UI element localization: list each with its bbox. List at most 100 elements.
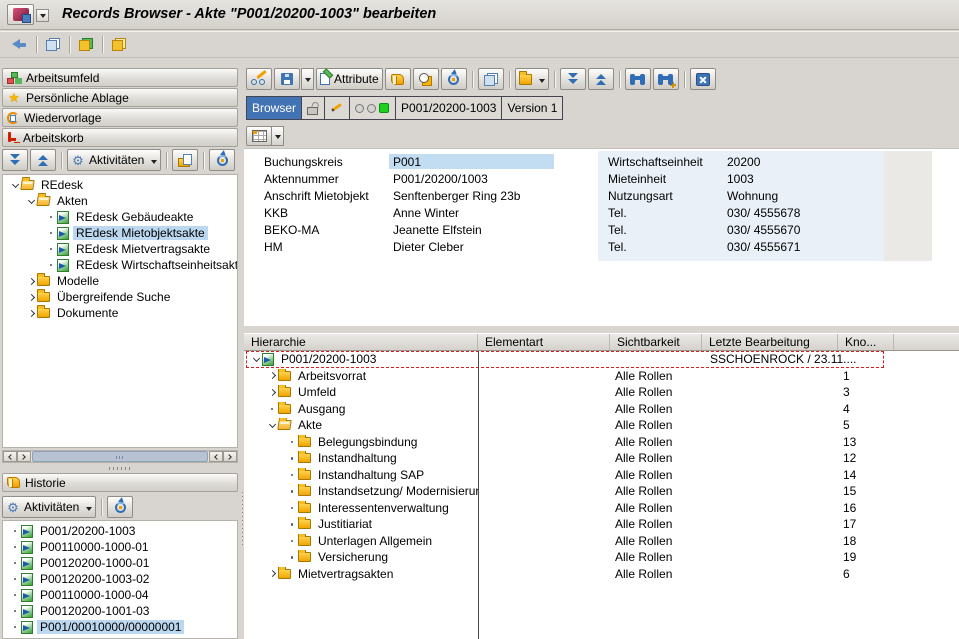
history-refresh-button[interactable] [107, 496, 133, 518]
copy-button[interactable] [478, 68, 504, 90]
nutzungsart-field[interactable]: Wohnung [723, 188, 782, 203]
panel-splitter[interactable] [2, 465, 238, 472]
hierarchy-row-root[interactable]: P001/20200-1003 SSCHOENROCK / 23.11.... [244, 351, 959, 368]
hierarchy-row[interactable]: Instandsetzung/ Modernisierung Alle Roll… [244, 483, 959, 500]
back-icon[interactable] [12, 39, 27, 50]
history-item[interactable]: P00120200-1001-03 [3, 603, 237, 619]
scroll-left-icon[interactable] [3, 451, 17, 462]
hierarchy-row[interactable]: Mietvertragsakten Alle Rollen 6 [244, 566, 959, 583]
browser-view-button[interactable]: Browser [247, 97, 301, 119]
find-next-button[interactable] [653, 68, 679, 90]
layout-grid-button[interactable] [246, 126, 272, 146]
section-historie[interactable]: Historie [2, 473, 238, 492]
tree-node-akten[interactable]: Akten [3, 193, 237, 209]
new-session-icon[interactable] [46, 38, 60, 51]
tree-node-uebergreifende-suche[interactable]: Übergreifende Suche [3, 289, 237, 305]
tree-node-mietobjektsakte[interactable]: REdesk Mietobjektsakte [3, 225, 237, 241]
activities-menu-button[interactable]: Aktivitäten [67, 149, 161, 171]
layout-dropdown-button[interactable] [271, 126, 284, 146]
tree-node-redesk[interactable]: REdesk [3, 177, 237, 193]
tel-field[interactable]: 030/ 4555670 [723, 222, 804, 237]
beko-ma-field[interactable]: Jeanette Elfstein [389, 222, 486, 237]
tree-horizontal-scrollbar[interactable] [2, 450, 238, 463]
expand-icon[interactable] [25, 275, 37, 287]
column-sichtbarkeit[interactable]: Sichtbarkeit [610, 334, 702, 350]
hierarchy-row[interactable]: Unterlagen Allgemein Alle Rollen 18 [244, 533, 959, 550]
collapse-icon[interactable] [266, 419, 278, 431]
kkb-field[interactable]: Anne Winter [389, 205, 463, 220]
expand-icon[interactable] [266, 370, 278, 382]
mieteinheit-field[interactable]: 1003 [723, 171, 758, 186]
hierarchy-row[interactable]: Justitiariat Alle Rollen 17 [244, 516, 959, 533]
protocol-button[interactable] [385, 68, 411, 90]
anschrift-field[interactable]: Senftenberger Ring 23b [389, 188, 524, 203]
tel-field[interactable]: 030/ 4555671 [723, 239, 804, 254]
column-hierarchie[interactable]: Hierarchie [244, 334, 478, 350]
tree-node-dokumente[interactable]: Dokumente [3, 305, 237, 321]
clipboard-icon[interactable] [112, 38, 126, 51]
section-arbeitsumfeld[interactable]: Arbeitsumfeld [2, 68, 238, 87]
save-dropdown-button[interactable] [301, 68, 314, 90]
tree-node-mietvertragsakte[interactable]: REdesk Mietvertragsakte [3, 241, 237, 257]
hm-field[interactable]: Dieter Cleber [389, 239, 468, 254]
history-item[interactable]: P00120200-1000-01 [3, 555, 237, 571]
collapse-icon[interactable] [25, 195, 37, 207]
hierarchy-row[interactable]: Umfeld Alle Rollen 3 [244, 384, 959, 401]
buchungskreis-field[interactable]: P001 [389, 154, 554, 169]
tel-field[interactable]: 030/ 4555678 [723, 205, 804, 220]
expand-all-nodes-button[interactable] [560, 68, 586, 90]
collapse-all-button[interactable] [30, 149, 56, 171]
history-item[interactable]: P001/20200-1003 [3, 523, 237, 539]
tree-node-modelle[interactable]: Modelle [3, 273, 237, 289]
collapse-all-nodes-button[interactable] [588, 68, 614, 90]
expand-all-button[interactable] [2, 149, 28, 171]
collapse-icon[interactable] [9, 179, 21, 191]
tree-node-wirtschaftseinheitsakte[interactable]: REdesk Wirtschaftseinheitsakte [3, 257, 237, 273]
scroll-left-icon[interactable] [209, 451, 223, 462]
column-knoten[interactable]: Kno... [838, 334, 894, 350]
hierarchy-row[interactable]: Belegungsbindung Alle Rollen 13 [244, 434, 959, 451]
aktennummer-field[interactable]: P001/20200/1003 [389, 171, 492, 186]
scroll-right-icon[interactable] [223, 451, 237, 462]
history-item[interactable]: P00120200-1003-02 [3, 571, 237, 587]
section-wiedervorlage[interactable]: Wiedervorlage [2, 108, 238, 127]
transaction-menu-button[interactable] [7, 4, 34, 25]
tree-node-gebaeudeakte[interactable]: REdesk Gebäudeakte [3, 209, 237, 225]
scroll-right-icon[interactable] [17, 451, 31, 462]
transaction-dropdown-button[interactable] [36, 9, 49, 22]
save-button[interactable] [274, 68, 300, 90]
hierarchy-row[interactable]: Arbeitsvorrat Alle Rollen 1 [244, 368, 959, 385]
schedule-button[interactable] [413, 68, 439, 90]
find-button[interactable] [625, 68, 651, 90]
hierarchy-row[interactable]: Instandhaltung Alle Rollen 12 [244, 450, 959, 467]
display-change-button[interactable] [246, 68, 272, 90]
collapse-icon[interactable] [250, 353, 262, 365]
history-item[interactable]: P00110000-1000-01 [3, 539, 237, 555]
history-item-selected[interactable]: P001/00010000/00000001 [3, 619, 237, 635]
lock-status-button[interactable] [301, 97, 324, 119]
expand-icon[interactable] [266, 386, 278, 398]
hierarchy-row[interactable]: Versicherung Alle Rollen 19 [244, 549, 959, 566]
column-letzte-bearbeitung[interactable]: Letzte Bearbeitung [702, 334, 838, 350]
close-button[interactable] [690, 68, 716, 90]
history-item[interactable]: P00110000-1000-04 [3, 587, 237, 603]
hierarchy-row[interactable]: Akte Alle Rollen 5 [244, 417, 959, 434]
edit-mode-button[interactable] [324, 97, 349, 119]
expand-icon[interactable] [25, 307, 37, 319]
refresh-button[interactable] [209, 149, 235, 171]
refresh-record-button[interactable] [441, 68, 467, 90]
create-shortcut-icon[interactable] [79, 38, 93, 51]
wirtschaftseinheit-field[interactable]: 20200 [723, 154, 764, 169]
scrollbar-thumb[interactable] [32, 451, 208, 462]
section-arbeitskorb[interactable]: Arbeitskorb [2, 128, 238, 147]
folder-menu-button[interactable] [515, 68, 549, 90]
hierarchy-row[interactable]: Interessentenverwaltung Alle Rollen 16 [244, 500, 959, 517]
attribute-button[interactable]: Attribute [316, 68, 383, 90]
expand-icon[interactable] [266, 568, 278, 580]
hierarchy-row[interactable]: Ausgang Alle Rollen 4 [244, 401, 959, 418]
history-activities-menu-button[interactable]: Aktivitäten [2, 496, 96, 518]
hierarchy-row[interactable]: Instandhaltung SAP Alle Rollen 14 [244, 467, 959, 484]
expand-icon[interactable] [25, 291, 37, 303]
column-elementart[interactable]: Elementart [478, 334, 610, 350]
section-persoenliche-ablage[interactable]: Persönliche Ablage [2, 88, 238, 107]
